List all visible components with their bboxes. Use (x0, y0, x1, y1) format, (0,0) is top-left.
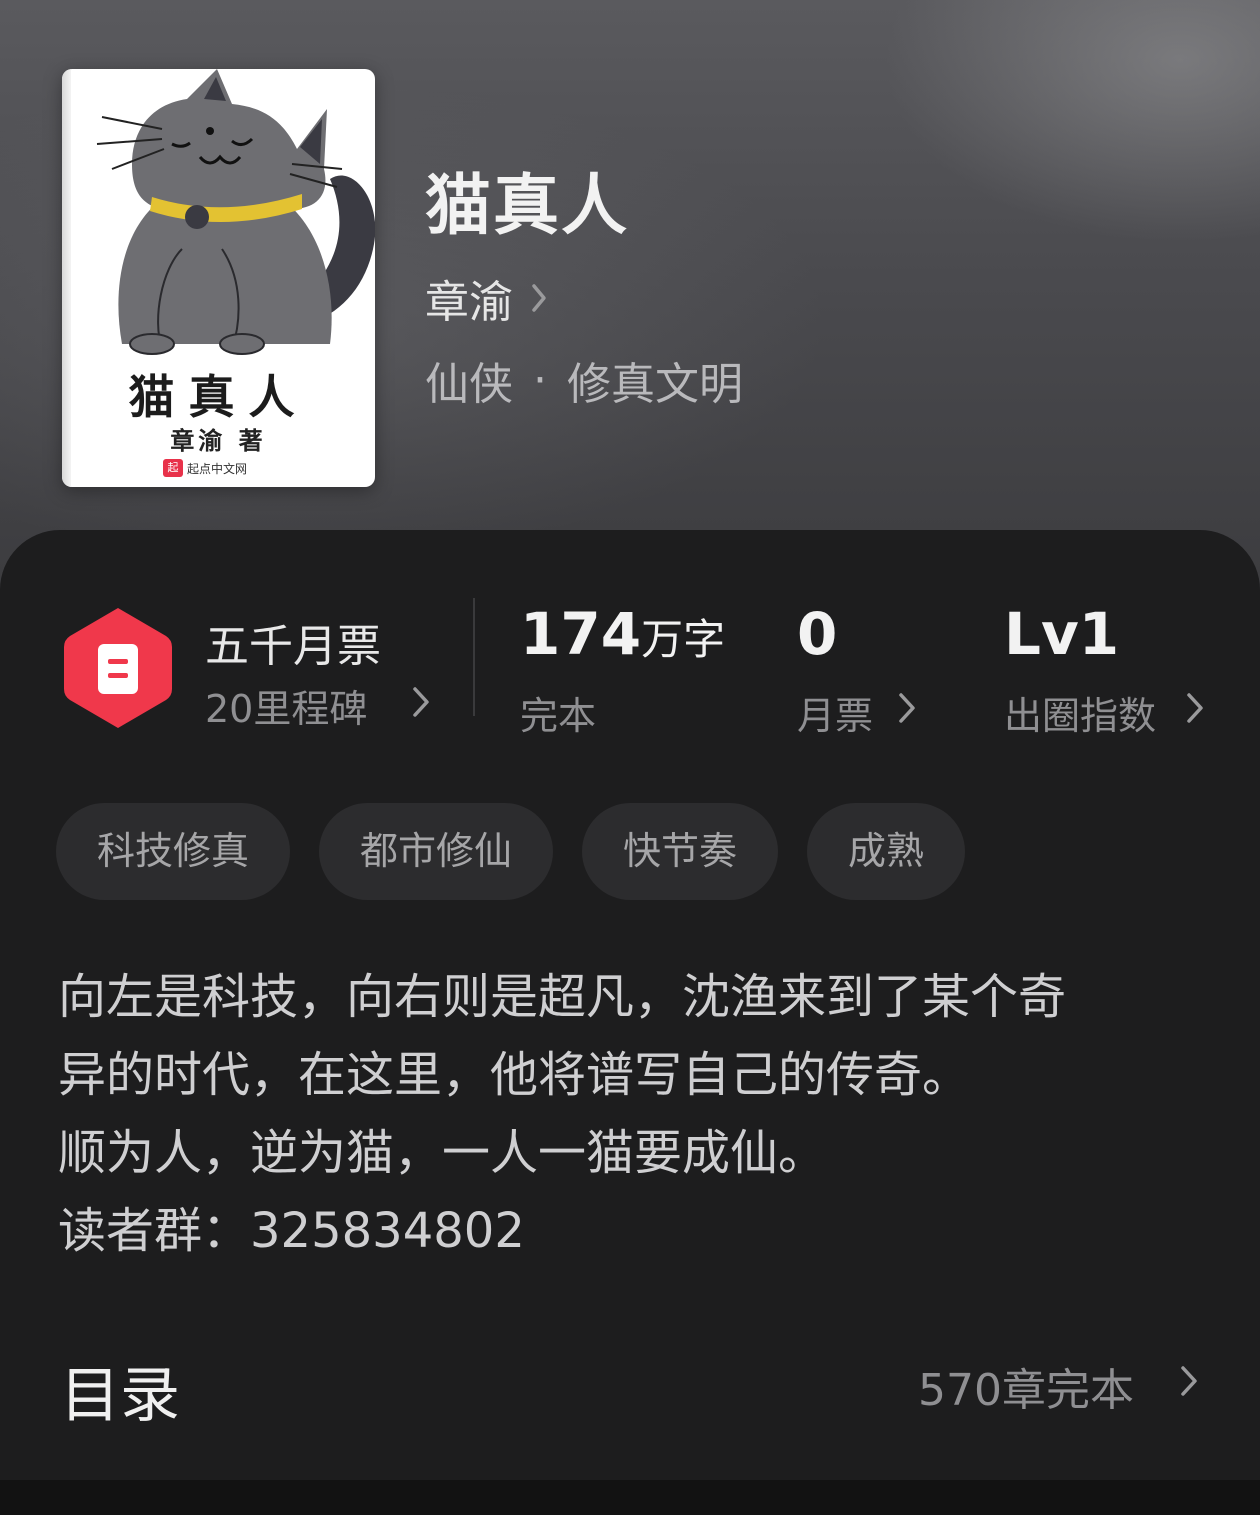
stats-divider (473, 598, 475, 716)
completion-status: 完本 (520, 694, 597, 738)
book-description[interactable]: 向左是科技，向右则是超凡，沈渔来到了某个奇 异的时代，在这里，他将谱写自己的传奇… (58, 958, 1208, 1270)
bottom-bar (0, 1480, 1260, 1515)
genre-separator: · (533, 354, 547, 406)
cover-title: 猫真人 (128, 370, 309, 424)
chevron-right-icon[interactable] (898, 692, 916, 724)
cat-illustration-icon (96, 69, 375, 355)
influence-level[interactable]: Lv1 (1004, 600, 1119, 668)
ticket-award-milestone[interactable]: 20里程碑 (205, 678, 367, 733)
monthly-ticket-label[interactable]: 月票 (797, 685, 873, 740)
description-line: 顺为人，逆为猫，一人一猫要成仙。 (58, 1125, 827, 1181)
genre-line: 仙侠 · 修真文明 (425, 348, 743, 412)
tag-chip[interactable]: 都市修仙 (319, 803, 554, 900)
ticket-award-name[interactable]: 五千月票 (205, 610, 381, 674)
cover-author: 章渝 著 (170, 426, 267, 455)
word-count: 174万字 (520, 600, 725, 668)
book-cover[interactable]: 猫真人 章渝 著 起 起点中文网 (62, 69, 375, 487)
word-count-value: 174 (520, 600, 642, 668)
publisher-logo-icon: 起 (163, 459, 183, 477)
tag-list: 科技修真 都市修仙 快节奏 成熟 (56, 803, 966, 900)
description-line: 向左是科技，向右则是超凡，沈渔来到了某个奇 (58, 969, 1067, 1025)
tag-chip[interactable]: 成熟 (807, 803, 966, 900)
book-title: 猫真人 (425, 166, 629, 244)
tag-chip[interactable]: 快节奏 (582, 803, 779, 900)
genre-secondary[interactable]: 修真文明 (567, 348, 743, 412)
chevron-right-icon (532, 284, 546, 312)
monthly-ticket-count[interactable]: 0 (797, 600, 837, 668)
description-line: 读者群：325834802 (58, 1203, 525, 1259)
influence-label[interactable]: 出圈指数 (1004, 685, 1156, 740)
author-name: 章渝 (425, 277, 513, 328)
author-link[interactable]: 章渝 (425, 266, 547, 330)
word-count-unit: 万字 (641, 615, 726, 664)
cover-publisher: 起 起点中文网 (163, 459, 247, 477)
chevron-right-icon[interactable] (412, 686, 430, 718)
chevron-right-icon[interactable] (1186, 692, 1204, 724)
toc-summary[interactable]: 570章完本 (918, 1354, 1134, 1418)
chevron-right-icon[interactable] (1180, 1365, 1198, 1397)
publisher-name: 起点中文网 (187, 461, 248, 476)
description-line: 异的时代，在这里，他将谱写自己的传奇。 (58, 1047, 971, 1103)
genre-primary[interactable]: 仙侠 (425, 348, 513, 412)
monthly-ticket-badge-icon[interactable] (62, 606, 174, 734)
toc-title[interactable]: 目录 (60, 1347, 180, 1434)
tag-chip[interactable]: 科技修真 (56, 803, 291, 900)
